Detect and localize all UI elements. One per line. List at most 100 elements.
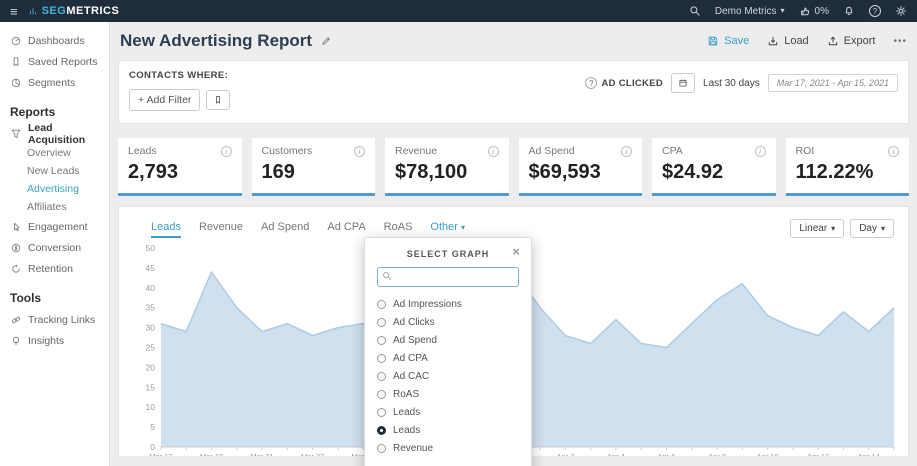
chart-controls: Linear ▾ Day ▾: [790, 219, 894, 238]
sidebar-item-engagement[interactable]: Engagement: [0, 216, 109, 237]
sidebar-item-label: Saved Reports: [28, 55, 98, 68]
tab-other[interactable]: Other ▾: [430, 221, 465, 238]
radio-icon: [377, 425, 386, 435]
info-icon[interactable]: i: [888, 145, 899, 157]
save-icon: [708, 36, 718, 46]
scale-dropdown[interactable]: Linear ▾: [790, 219, 845, 238]
radio-icon: [377, 389, 386, 399]
graph-option-ad-spend-2[interactable]: Ad Spend: [377, 331, 519, 349]
add-filter-button[interactable]: + Add Filter: [129, 89, 201, 111]
edit-pencil-icon[interactable]: [320, 35, 332, 47]
save-button[interactable]: Save: [707, 35, 749, 47]
metric-value: 2,793: [128, 161, 179, 183]
graph-option-revenue-8[interactable]: Revenue: [377, 439, 519, 457]
radio-icon: [377, 317, 386, 327]
calendar-button[interactable]: [671, 73, 696, 93]
tab-roas[interactable]: RoAS: [384, 221, 413, 238]
info-icon[interactable]: i: [621, 145, 632, 157]
chart-panel: Leads Revenue Ad Spend Ad CPA RoAS Other ▾ L…: [118, 206, 909, 466]
graph-option-ad-clicks-1[interactable]: Ad Clicks: [377, 313, 519, 331]
metrics-row: Leads i 2,793 Customers i 169 Revenue i $78,100 A…: [118, 138, 909, 196]
sidebar-item-new-leads[interactable]: New Leads: [0, 162, 109, 180]
info-icon[interactable]: i: [754, 145, 766, 157]
tab-leads[interactable]: Leads: [151, 221, 181, 238]
date-range-controls: ? AD CLICKED Last 30 days Mar 17, 2021 -…: [585, 73, 898, 93]
tab-ad-spend[interactable]: Ad Spend: [261, 221, 309, 238]
modal-title: SELECT GRAPH: [406, 249, 490, 259]
graph-option-ad-cac-4[interactable]: Ad CAC: [377, 367, 519, 385]
metric-card-revenue: Revenue i $78,100: [385, 138, 509, 196]
menu-icon[interactable]: ≡: [10, 4, 18, 19]
graph-option-leads-6[interactable]: Leads: [377, 403, 519, 421]
radio-icon: [377, 407, 386, 417]
page-header: New Advertising Report Save Load Export …: [110, 22, 917, 60]
settings-button[interactable]: [895, 5, 907, 17]
sidebar-item-insights[interactable]: Insights: [0, 330, 109, 351]
gear-icon: [896, 6, 906, 16]
tab-ad-cpa[interactable]: Ad CPA: [327, 221, 365, 238]
chart-tabs: Leads Revenue Ad Spend Ad CPA RoAS Other ▾ L…: [127, 214, 900, 238]
graph-option-ad-impressions-0[interactable]: Ad Impressions: [377, 295, 519, 313]
health-score[interactable]: 0%: [799, 5, 829, 17]
svg-text:0: 0: [150, 442, 155, 452]
graph-option-leads-7[interactable]: Leads: [377, 421, 519, 439]
sidebar-item-dashboards[interactable]: Dashboards: [0, 30, 109, 51]
more-menu-button[interactable]: •••: [893, 36, 907, 47]
sidebar-item-retention[interactable]: Retention: [0, 258, 109, 279]
sidebar-item-label: Conversion: [28, 241, 82, 254]
sidebar-item-advertising[interactable]: Advertising: [0, 180, 109, 198]
app-window: ≡ SEGMETRICS Demo Metrics ▾ 0% ? Dashboa…: [0, 0, 917, 466]
graph-option-ad-cpa-3[interactable]: Ad CPA: [377, 349, 519, 367]
export-button[interactable]: Export: [827, 35, 875, 47]
close-icon[interactable]: ×: [512, 245, 521, 258]
sidebar-item-segments[interactable]: Segments: [0, 72, 109, 93]
info-circle-icon[interactable]: ?: [585, 77, 598, 89]
range-preset-label[interactable]: Last 30 days: [703, 78, 760, 89]
svg-text:Apr 6: Apr 6: [658, 452, 676, 456]
metric-value: $78,100: [395, 161, 468, 183]
svg-text:50: 50: [146, 243, 156, 253]
account-label: Demo Metrics: [714, 5, 777, 17]
sidebar-item-label: Advertising: [27, 183, 79, 195]
metric-card-cpa: CPA i $24.92: [652, 138, 776, 196]
sidebar-item-saved-reports[interactable]: Saved Reports: [0, 51, 109, 72]
sidebar-item-lead-acquisition[interactable]: Lead Acquisition: [0, 122, 109, 146]
help-button[interactable]: ?: [869, 5, 881, 17]
info-icon[interactable]: i: [354, 145, 365, 157]
account-dropdown[interactable]: Demo Metrics ▾: [715, 6, 785, 17]
sidebar-item-label: Affiliates: [27, 201, 67, 213]
option-label: RoAS: [393, 388, 420, 400]
sidebar-item-overview[interactable]: Overview: [0, 144, 109, 162]
metric-label: Customers: [261, 145, 313, 157]
health-value: 0%: [814, 5, 829, 17]
chevron-down-icon: ▾: [461, 223, 466, 232]
info-icon[interactable]: i: [220, 145, 232, 157]
svg-text:15: 15: [146, 382, 156, 392]
main-content: New Advertising Report Save Load Export …: [110, 22, 917, 466]
bulb-icon: [12, 336, 20, 344]
svg-text:10: 10: [146, 402, 156, 412]
notifications-button[interactable]: [843, 5, 855, 17]
sidebar-item-label: Retention: [28, 262, 73, 275]
load-button[interactable]: Load: [767, 35, 809, 47]
sidebar-item-conversion[interactable]: Conversion: [0, 237, 109, 258]
tab-revenue[interactable]: Revenue: [199, 221, 243, 238]
dollar-icon: [11, 243, 21, 252]
sidebar-item-affiliates[interactable]: Affiliates: [0, 198, 109, 216]
calendar-icon: [679, 79, 687, 87]
info-icon[interactable]: i: [487, 145, 499, 157]
metric-card-roi: ROI i 112.22%: [785, 138, 909, 196]
save-filter-button[interactable]: [206, 90, 231, 110]
sidebar-section-reports: Reports: [10, 105, 56, 119]
search-icon[interactable]: [689, 5, 701, 17]
range-dates[interactable]: Mar 17, 2021 - Apr 15, 2021: [767, 74, 898, 92]
sidebar-item-tracking-links[interactable]: Tracking Links: [0, 309, 109, 330]
logo[interactable]: SEGMETRICS: [28, 5, 120, 17]
metric-label: ROI: [795, 145, 815, 157]
graph-option-roas-5[interactable]: RoAS: [377, 385, 519, 403]
svg-text:Apr 4: Apr 4: [607, 452, 625, 456]
interval-dropdown[interactable]: Day ▾: [850, 219, 894, 238]
page-title: New Advertising Report: [120, 31, 313, 50]
svg-text:Mar 19: Mar 19: [200, 452, 223, 456]
graph-search-input[interactable]: [377, 267, 519, 287]
